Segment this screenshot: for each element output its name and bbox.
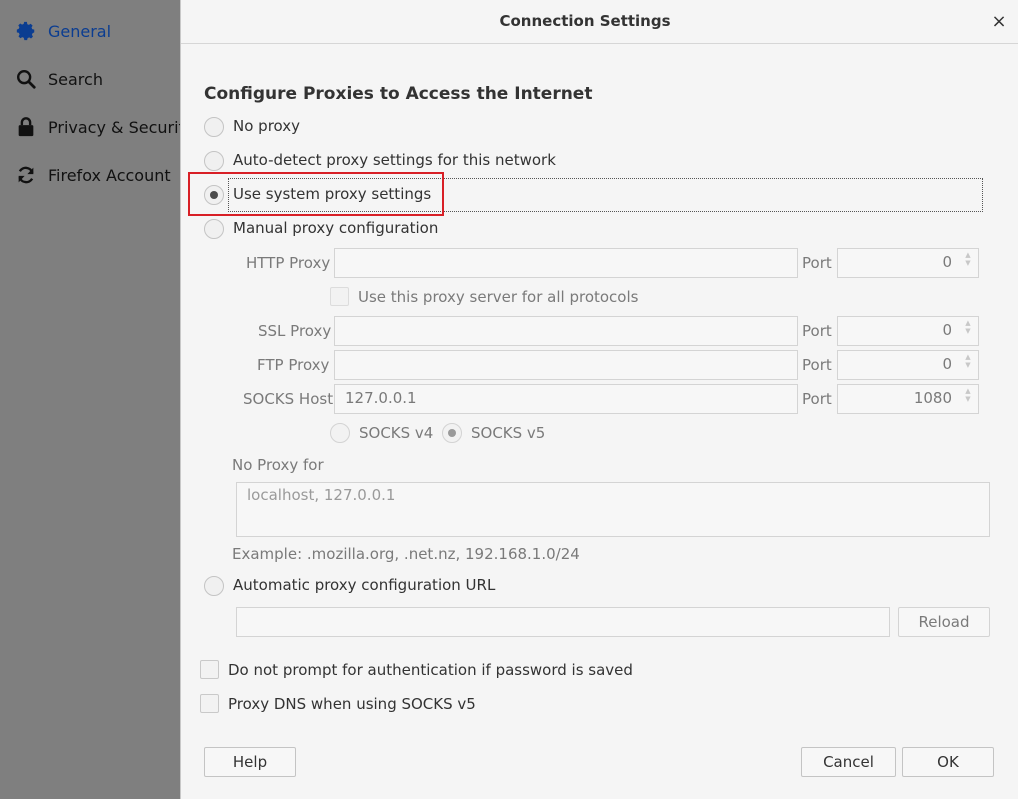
ssl-port-label: Port (802, 322, 832, 340)
auto-url-input[interactable] (236, 607, 890, 637)
auto-detect-label[interactable]: Auto-detect proxy settings for this netw… (233, 151, 556, 169)
ssl-port-input[interactable]: 0 ▲ ▼ (837, 316, 979, 346)
socks-port-label: Port (802, 390, 832, 408)
port-spinner-icon[interactable]: ▲ ▼ (960, 319, 976, 343)
dialog-title: Connection Settings (499, 12, 671, 30)
http-port-input[interactable]: 0 ▲ ▼ (837, 248, 979, 278)
http-port-value: 0 (942, 253, 952, 271)
socks-v4-radio[interactable] (330, 423, 350, 443)
port-spinner-icon[interactable]: ▲ ▼ (960, 251, 976, 275)
ok-button[interactable]: OK (902, 747, 994, 777)
auto-url-label[interactable]: Automatic proxy configuration URL (233, 576, 495, 594)
sidebar-item-label: Firefox Account (48, 165, 171, 185)
ftp-proxy-input[interactable] (334, 350, 798, 380)
socks-port-input[interactable]: 1080 ▲ ▼ (837, 384, 979, 414)
auto-url-radio[interactable] (204, 576, 224, 596)
socks-v5-radio[interactable] (442, 423, 462, 443)
sidebar-item-label: Privacy & Security (48, 117, 195, 137)
http-proxy-label: HTTP Proxy (246, 254, 331, 272)
ftp-proxy-label: FTP Proxy (257, 356, 330, 374)
use-all-protocols-label[interactable]: Use this proxy server for all protocols (358, 288, 638, 306)
proxy-heading: Configure Proxies to Access the Internet (204, 84, 593, 104)
no-proxy-example: Example: .mozilla.org, .net.nz, 192.168.… (232, 545, 580, 563)
socks-host-input[interactable]: 127.0.0.1 (334, 384, 798, 414)
ssl-proxy-input[interactable] (334, 316, 798, 346)
lock-icon (14, 115, 38, 139)
manual-proxy-radio[interactable] (204, 219, 224, 239)
sidebar-item-search[interactable]: Search (14, 65, 103, 93)
http-port-label: Port (802, 254, 832, 272)
no-proxy-radio[interactable] (204, 117, 224, 137)
sidebar-item-firefox-account[interactable]: Firefox Account (14, 161, 171, 189)
port-spinner-icon[interactable]: ▲ ▼ (960, 387, 976, 411)
no-proxy-for-textarea[interactable]: localhost, 127.0.0.1 (236, 482, 990, 537)
http-proxy-input[interactable] (334, 248, 798, 278)
help-button[interactable]: Help (204, 747, 296, 777)
close-icon[interactable]: × (989, 11, 1009, 32)
proxy-dns-label[interactable]: Proxy DNS when using SOCKS v5 (228, 695, 476, 713)
system-proxy-radio[interactable] (204, 185, 224, 205)
proxy-dns-checkbox[interactable] (200, 694, 219, 713)
sync-icon (14, 163, 38, 187)
cancel-button[interactable]: Cancel (801, 747, 896, 777)
no-proxy-for-label: No Proxy for (232, 456, 324, 474)
ssl-proxy-label: SSL Proxy (258, 322, 332, 340)
no-auth-prompt-label[interactable]: Do not prompt for authentication if pass… (228, 661, 633, 679)
ssl-port-value: 0 (942, 321, 952, 339)
sidebar-item-label: General (48, 21, 112, 41)
auto-detect-radio[interactable] (204, 151, 224, 171)
dialog-titlebar: Connection Settings × (181, 0, 1018, 44)
search-icon (14, 67, 38, 91)
manual-proxy-label[interactable]: Manual proxy configuration (233, 219, 438, 237)
sidebar-item-general[interactable]: General (14, 17, 111, 45)
reload-button[interactable]: Reload (898, 607, 990, 637)
socks-port-value: 1080 (913, 389, 952, 407)
socks-host-label: SOCKS Host (243, 390, 334, 408)
port-spinner-icon[interactable]: ▲ ▼ (960, 353, 976, 377)
use-all-protocols-checkbox[interactable] (330, 287, 349, 306)
ftp-port-input[interactable]: 0 ▲ ▼ (837, 350, 979, 380)
no-proxy-label[interactable]: No proxy (233, 117, 300, 135)
ftp-port-value: 0 (942, 355, 952, 373)
no-auth-prompt-checkbox[interactable] (200, 660, 219, 679)
sidebar-item-label: Search (48, 69, 103, 89)
ftp-port-label: Port (802, 356, 832, 374)
system-proxy-label[interactable]: Use system proxy settings (233, 185, 431, 203)
socks-v4-label[interactable]: SOCKS v4 (359, 424, 433, 442)
sidebar-item-privacy[interactable]: Privacy & Security (14, 113, 194, 141)
preferences-sidebar: General Search Privacy & Security Firefo… (0, 0, 194, 799)
gear-icon (14, 19, 38, 43)
socks-v5-label[interactable]: SOCKS v5 (471, 424, 545, 442)
